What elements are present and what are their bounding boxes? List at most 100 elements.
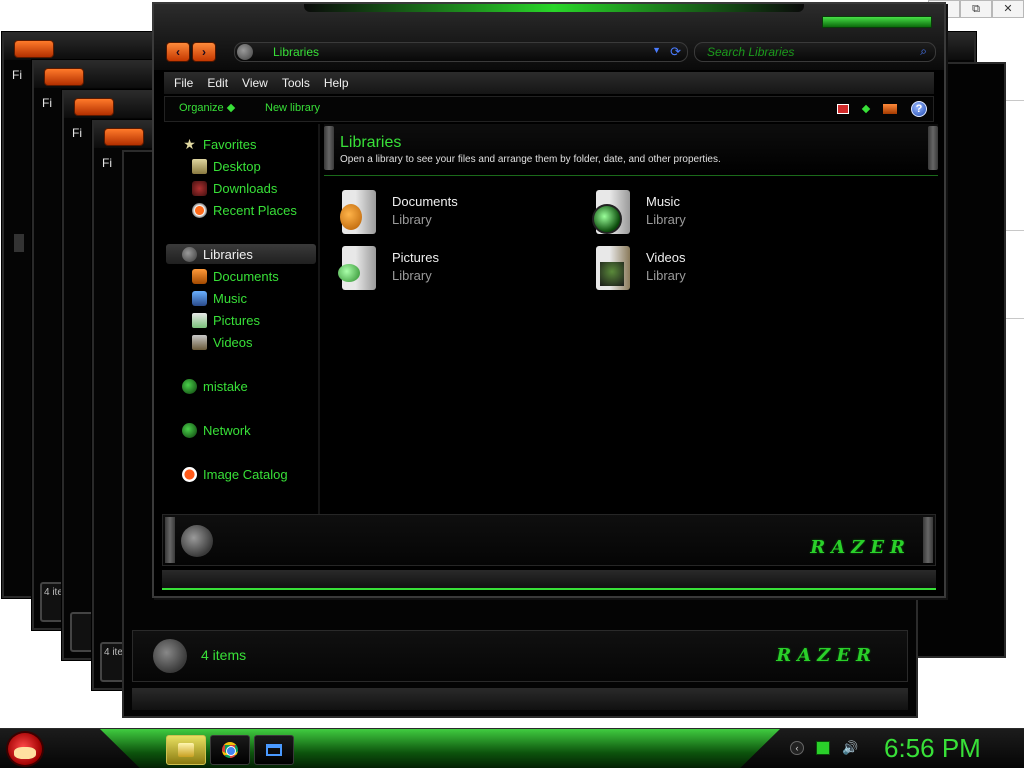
menu-help[interactable]: Help (324, 76, 349, 90)
details-knob-icon (181, 525, 213, 557)
view-options-icon[interactable] (861, 104, 871, 114)
details-pane: RAZER (162, 514, 936, 566)
new-library-button[interactable]: New library (265, 102, 320, 114)
network-icon (182, 422, 197, 438)
nav-documents[interactable]: Documents (192, 266, 279, 286)
forward-button[interactable]: › (192, 42, 216, 62)
footer-right-cap (923, 517, 933, 563)
change-view-icon[interactable] (837, 104, 849, 114)
background-divider (1004, 318, 1024, 319)
menu-file[interactable]: File (174, 76, 193, 90)
nav-mistake[interactable]: mistake (182, 376, 248, 396)
preview-pane-icon[interactable] (883, 104, 897, 114)
taskbar-explorer-button[interactable] (166, 735, 206, 765)
library-tile-pictures[interactable]: Pictures Library (338, 246, 568, 292)
page-subtitle: Open a library to see your files and arr… (340, 154, 721, 165)
background-menu: Fi (12, 68, 22, 82)
library-type: Library (392, 212, 432, 227)
nav-image-catalog[interactable]: Image Catalog (182, 464, 288, 484)
videos-library-icon (596, 246, 630, 290)
library-tile-music[interactable]: Music Library (592, 190, 822, 236)
background-menu: Fi (102, 156, 112, 170)
show-hidden-icons-icon[interactable]: ‹ (790, 741, 804, 755)
videos-icon (192, 334, 207, 350)
command-bar: Organize New library ? (164, 96, 934, 122)
volume-icon[interactable]: 🔊 (842, 741, 858, 755)
libraries-orb-icon (237, 44, 253, 60)
close-button[interactable]: ✕ (992, 0, 1024, 18)
background-scroll (14, 234, 24, 252)
background-divider (1004, 100, 1024, 101)
address-bar[interactable]: Libraries ▼ ⟳ (234, 42, 688, 62)
documents-library-icon (340, 190, 376, 234)
secondary-details-pane: 4 items RAZER (132, 630, 908, 682)
library-tile-videos[interactable]: Videos Library (592, 246, 822, 292)
nav-image-catalog-label: Image Catalog (203, 466, 288, 482)
background-divider (1004, 230, 1024, 231)
help-icon[interactable]: ? (911, 101, 927, 117)
library-tile-documents[interactable]: Documents Library (338, 190, 568, 236)
menu-bar: File Edit View Tools Help (164, 72, 934, 94)
back-button[interactable]: ‹ (166, 42, 190, 62)
nav-pictures[interactable]: Pictures (192, 310, 260, 330)
nav-recent-places[interactable]: Recent Places (192, 200, 297, 220)
nav-pictures-label: Pictures (213, 312, 260, 328)
downloads-icon (192, 180, 207, 196)
desktop: ⧉ ✕ Fi Fi 4 ite Fi Fi 4 ite 4 items RAZE… (0, 0, 1024, 768)
explorer-window[interactable]: ‹ › Libraries ▼ ⟳ Search Libraries ⌕ Fil… (152, 2, 946, 598)
background-nav-buttons (44, 68, 84, 86)
footer-left-cap (165, 517, 175, 563)
navigation-buttons: ‹ › (166, 42, 216, 62)
nav-music-label: Music (213, 290, 247, 306)
library-name: Pictures (392, 250, 439, 265)
header-left-cap (324, 126, 334, 170)
nav-documents-label: Documents (213, 268, 279, 284)
navigation-pane: ★ Favorites Desktop Downloads Recent Pla… (164, 124, 320, 516)
status-bar (162, 570, 936, 590)
address-text: Libraries (273, 45, 320, 59)
menu-view[interactable]: View (242, 76, 268, 90)
system-tray: ‹ 🔊 (790, 741, 858, 755)
clock[interactable]: 6:56 PM (884, 733, 981, 764)
nav-favorites[interactable]: ★ Favorites (182, 134, 256, 154)
taskbar: ‹ 🔊 6:56 PM (0, 728, 1024, 768)
start-button[interactable] (6, 731, 44, 767)
command-bar-icons: ? (837, 101, 927, 117)
secondary-item-count: 4 items (201, 647, 247, 663)
taskbar-window-button[interactable] (254, 735, 294, 765)
organize-button[interactable]: Organize (179, 102, 235, 114)
window-icon (266, 744, 282, 756)
search-input[interactable]: Search Libraries ⌕ (694, 42, 936, 62)
library-name: Videos (646, 250, 686, 265)
homegroup-orb-icon (182, 378, 197, 394)
nav-mistake-label: mistake (203, 378, 248, 394)
libraries-icon (182, 246, 197, 262)
library-name: Documents (392, 194, 458, 209)
star-icon: ★ (183, 135, 196, 152)
refresh-icon[interactable]: ⟳ (670, 44, 681, 60)
address-dropdown-icon[interactable]: ▼ (652, 45, 661, 55)
menu-tools[interactable]: Tools (282, 76, 310, 90)
window-control-buttons[interactable] (822, 16, 932, 28)
nav-music[interactable]: Music (192, 288, 247, 308)
nav-libraries[interactable]: Libraries (182, 244, 253, 264)
nav-desktop[interactable]: Desktop (192, 156, 261, 176)
title-glow (304, 4, 804, 12)
nav-downloads[interactable]: Downloads (192, 178, 277, 198)
pictures-library-icon (338, 246, 376, 290)
nav-downloads-label: Downloads (213, 180, 278, 196)
nav-desktop-label: Desktop (213, 158, 261, 174)
network-status-icon[interactable] (816, 741, 830, 755)
taskbar-chrome-button[interactable] (210, 735, 250, 765)
nav-videos[interactable]: Videos (192, 332, 253, 352)
page-title: Libraries (340, 134, 402, 151)
image-catalog-icon (182, 466, 197, 482)
background-item-count: 4 ite (104, 647, 123, 658)
search-icon[interactable]: ⌕ (920, 44, 927, 59)
background-nav-buttons (104, 128, 144, 146)
restore-button[interactable]: ⧉ (960, 0, 992, 18)
libraries-header: Libraries Open a library to see your fil… (324, 124, 938, 176)
nav-network[interactable]: Network (182, 420, 251, 440)
menu-edit[interactable]: Edit (207, 76, 228, 90)
details-knob-icon (153, 639, 187, 673)
